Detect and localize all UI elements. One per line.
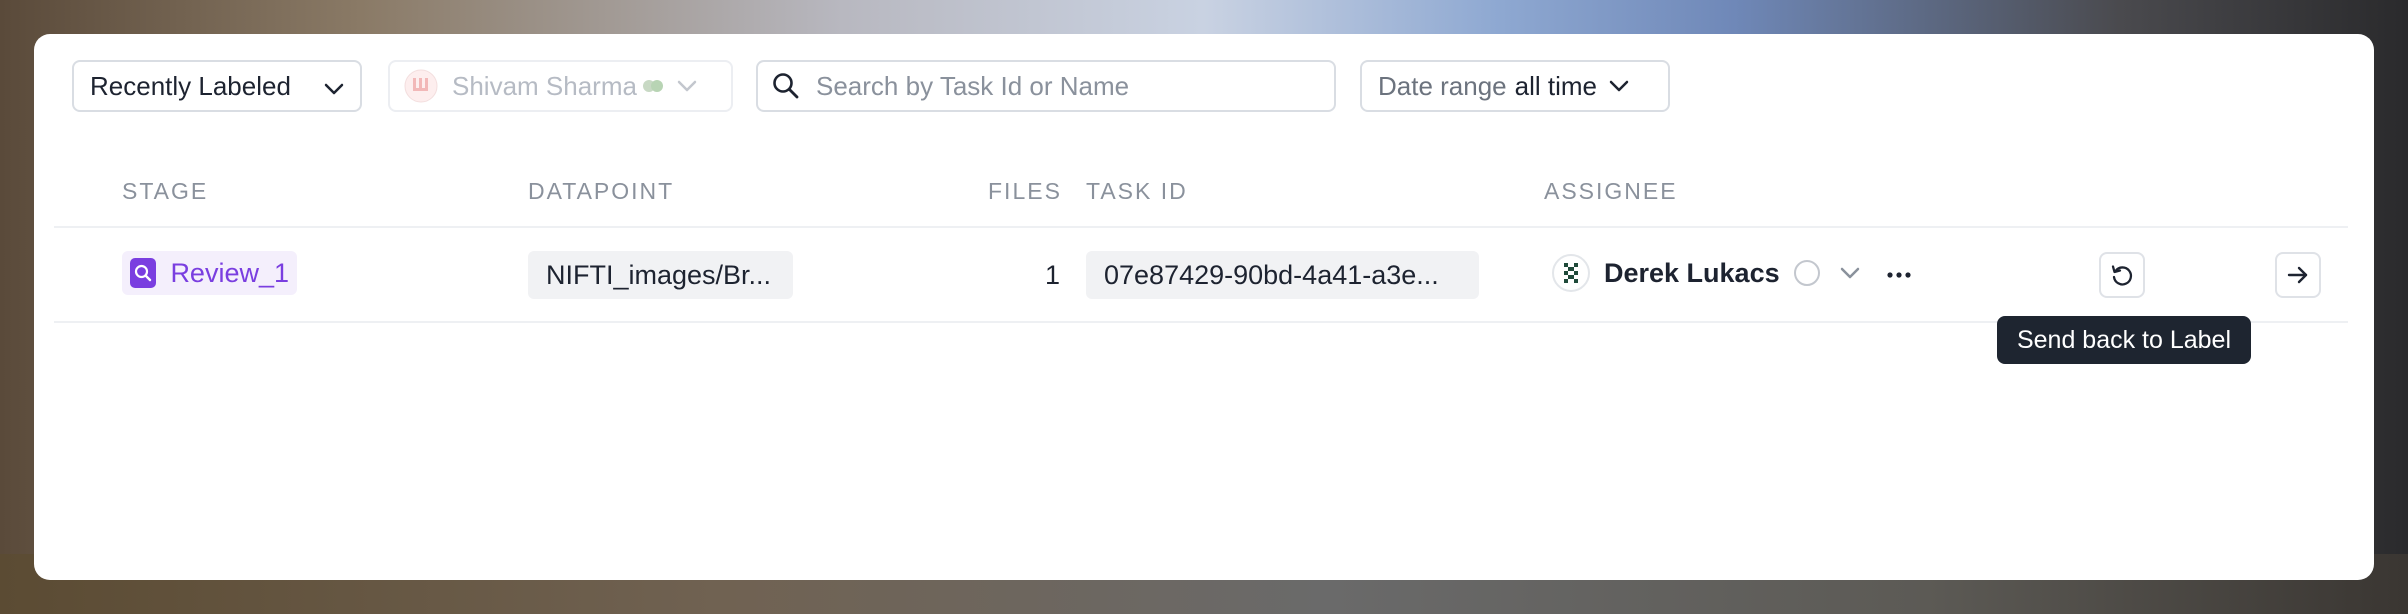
sort-dropdown-label: Recently Labeled [90, 70, 291, 101]
chevron-down-icon [324, 71, 344, 102]
more-icon [1887, 272, 1911, 278]
open-task-button[interactable] [2275, 252, 2321, 298]
chevron-down-icon [677, 80, 697, 92]
stage-label: Review_1 [170, 257, 289, 288]
user-filter-dropdown[interactable]: Shivam Sharma [388, 60, 733, 112]
status-circle-icon[interactable] [1793, 260, 1820, 286]
column-header-stage: STAGE [122, 178, 209, 204]
date-range-dropdown[interactable]: Date range all time [1360, 60, 1670, 112]
search-icon [772, 72, 800, 100]
column-header-datapoint: DATAPOINT [528, 178, 675, 204]
tasks-panel: Recently Labeled Shivam Sharma Search by… [34, 34, 2374, 580]
assignee-name: Derek Lukacs [1604, 257, 1780, 288]
column-header-task-id: TASK ID [1086, 178, 1188, 204]
column-header-files: FILES [988, 178, 1062, 204]
chevron-down-icon[interactable] [1840, 267, 1860, 279]
user-avatar-icon [404, 69, 438, 103]
date-range-prefix: Date range [1378, 70, 1507, 101]
datapoint-chip[interactable]: NIFTI_images/Br... [528, 251, 793, 299]
files-count: 1 [1044, 260, 1060, 290]
search-input[interactable] [814, 69, 1298, 103]
magnifier-stage-icon [130, 258, 157, 288]
column-header-assignee: ASSIGNEE [1544, 178, 1678, 204]
assignee-cell[interactable]: Derek Lukacs [1552, 254, 1860, 292]
send-back-to-label-button[interactable] [2099, 252, 2145, 298]
more-actions-button[interactable] [1876, 252, 1922, 298]
undo-icon [2109, 262, 2135, 288]
search-box [756, 60, 1336, 112]
avatar-pixel-icon [1552, 254, 1590, 292]
user-filter-label: Shivam Sharma [452, 70, 637, 101]
date-range-value: all time [1514, 70, 1598, 101]
sort-dropdown[interactable]: Recently Labeled [72, 60, 362, 112]
toggle-indicator-icon [641, 79, 665, 93]
chevron-down-icon [1609, 80, 1629, 92]
header-divider [54, 226, 2348, 228]
stage-chip[interactable]: Review_1 [122, 251, 297, 295]
tooltip: Send back to Label [1997, 316, 2251, 364]
arrow-right-icon [2286, 265, 2310, 285]
task-id-chip[interactable]: 07e87429-90bd-4a41-a3e... [1086, 251, 1479, 299]
